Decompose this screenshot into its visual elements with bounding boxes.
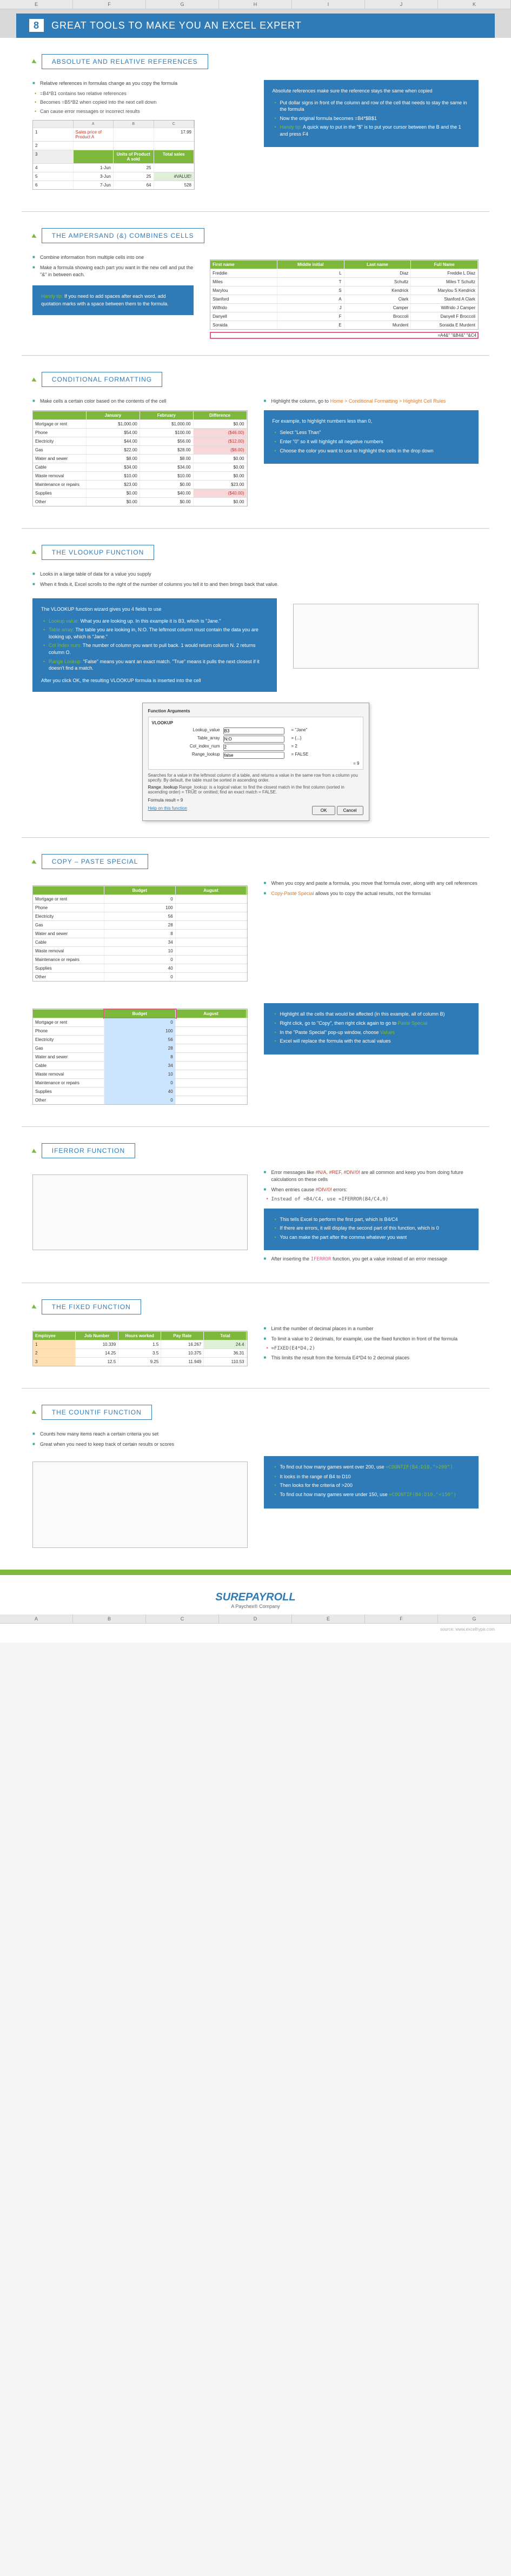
bullet: Looks in a large table of data for a val… xyxy=(32,571,479,578)
sub-bullet: =B4*B1 contains two relative references xyxy=(32,90,248,97)
logo-subtitle: A Paychex® Company xyxy=(0,1604,511,1609)
formula: Instead of =B4/C4, use =IFERROR(B4/C4,0) xyxy=(264,1196,479,1203)
cursor-icon xyxy=(32,377,38,383)
sub-bullet: Can cause error messages or incorrect re… xyxy=(32,108,248,115)
callout-item: Handy tip: A quick way to put in the "$"… xyxy=(273,124,470,137)
bullet: Copy-Paste Special allows you to copy th… xyxy=(264,890,479,897)
cursor-icon xyxy=(32,550,38,556)
callout-iferror: This tells Excel to perform the first pa… xyxy=(264,1209,479,1251)
cursor-icon xyxy=(32,233,38,239)
mini-spreadsheet: Employee Job Number Hours worked Pay Rat… xyxy=(32,1331,248,1366)
callout-title: Absolute references make sure the refere… xyxy=(273,88,470,95)
bullet: To limit a value to 2 decimals, for exam… xyxy=(264,1336,479,1343)
section-conditional-formatting: CONDITIONAL FORMATTING Make cells a cert… xyxy=(0,356,511,528)
dialog-title: Function Arguments xyxy=(148,709,363,713)
column-header-bottom: A B C D E F G xyxy=(0,1614,511,1624)
sub-bullet: Becomes =B5*B2 when copied into the next… xyxy=(32,99,248,106)
col-h: H xyxy=(219,0,292,9)
bullet: Error messages like #N/A, #REF, #DIV/0! … xyxy=(264,1169,479,1183)
title-text: GREAT TOOLS TO MAKE YOU AN EXCEL EXPERT xyxy=(51,20,302,31)
cursor-icon xyxy=(32,1149,38,1154)
callout-countif: To find out how many games went over 200… xyxy=(264,1456,479,1508)
title-number: 8 xyxy=(29,19,44,32)
mini-spreadsheet: A B C 1Sales price of Product A17.99 2 3… xyxy=(32,120,195,190)
section-title: IFERROR FUNCTION xyxy=(42,1143,135,1158)
mini-spreadsheet: First name Middle initial Last name Full… xyxy=(210,259,479,330)
bullet: Great when you need to keep track of cer… xyxy=(32,1441,479,1448)
formula: =FIXED(E4*D4,2) xyxy=(264,1345,479,1352)
mini-spreadsheet xyxy=(32,1174,248,1250)
surepayroll-logo: SUREPAYROLL xyxy=(0,1591,511,1604)
col-j: J xyxy=(365,0,438,9)
range-lookup-input[interactable] xyxy=(223,752,284,759)
cancel-button[interactable]: Cancel xyxy=(337,806,363,815)
section-title: THE VLOOKUP FUNCTION xyxy=(42,545,154,560)
section-countif: THE COUNTIF FUNCTION Counts how many ite… xyxy=(0,1389,511,1570)
green-divider xyxy=(0,1570,511,1575)
section-title: CONDITIONAL FORMATTING xyxy=(42,372,162,387)
bullet: When it finds it, Excel scrolls to the r… xyxy=(32,581,479,588)
page: E F G H I J K 8 GREAT TOOLS TO MAKE YOU … xyxy=(0,0,511,1643)
cursor-icon xyxy=(32,859,38,865)
title-band: 8 GREAT TOOLS TO MAKE YOU AN EXCEL EXPER… xyxy=(0,9,511,38)
bullet: After inserting the IFERROR function, yo… xyxy=(264,1256,479,1263)
bullet: Combine information from multiple cells … xyxy=(32,254,194,261)
page-title: 8 GREAT TOOLS TO MAKE YOU AN EXCEL EXPER… xyxy=(16,14,495,38)
section-vlookup: THE VLOOKUP FUNCTION Looks in a large ta… xyxy=(0,529,511,837)
function-arguments-dialog: Function Arguments VLOOKUP Lookup_value=… xyxy=(142,703,369,821)
section-fixed: THE FIXED FUNCTION Employee Job Number H… xyxy=(0,1283,511,1388)
col-f: F xyxy=(73,0,146,9)
section-title: THE FIXED FUNCTION xyxy=(42,1299,141,1314)
col-e: E xyxy=(0,0,73,9)
source-credit: source: www.excelhype.com xyxy=(0,1624,511,1643)
section-copy-paste-special: COPY – PASTE SPECIAL BudgetAugust Mortga… xyxy=(0,838,511,1126)
section-absolute-relative: ABSOLUTE AND RELATIVE REFERENCES Relativ… xyxy=(0,38,511,211)
bullet: Make a formula showing each part you wan… xyxy=(32,264,194,278)
section-title: THE COUNTIF FUNCTION xyxy=(42,1405,152,1420)
section-title: ABSOLUTE AND RELATIVE REFERENCES xyxy=(42,54,208,69)
help-link[interactable]: Help on this function xyxy=(148,806,188,815)
bullet: This limits the result from the formula … xyxy=(264,1354,479,1362)
tip-callout: Handy tip: If you need to add spaces aft… xyxy=(32,285,194,315)
bullet: Relative references in formulas change a… xyxy=(32,80,248,87)
mini-spreadsheet: JanuaryFebruaryDifference Mortgage or re… xyxy=(32,410,248,506)
bullet: Limit the number of decimal places in a … xyxy=(264,1325,479,1332)
cursor-icon xyxy=(32,59,38,65)
col-i: I xyxy=(292,0,365,9)
footer-logo-block: SUREPAYROLL A Paychex® Company xyxy=(0,1575,511,1614)
section-ampersand: THE AMPERSAND (&) COMBINES CELLS Combine… xyxy=(0,212,511,355)
callout-conditional: For example, to highlight numbers less t… xyxy=(264,410,479,464)
section-title: COPY – PASTE SPECIAL xyxy=(42,854,149,869)
bullet: Highlight the column, go to Home > Condi… xyxy=(264,398,479,405)
bullet: When you copy and paste a formula, you m… xyxy=(264,880,479,887)
vlookup-sample-sheet xyxy=(293,604,479,669)
ok-button[interactable]: OK xyxy=(312,806,336,815)
lookup-value-input[interactable] xyxy=(223,728,284,735)
column-header-top: E F G H I J K xyxy=(0,0,511,9)
cursor-icon xyxy=(32,1305,38,1311)
bullet: When entries cause #DIV/0! errors: xyxy=(264,1186,479,1193)
col-g: G xyxy=(146,0,219,9)
callout-paste-special: Highlight all the cells that would be af… xyxy=(264,1003,479,1054)
mini-spreadsheet-selected: BudgetAugust Mortgage or rent0 Phone100 … xyxy=(32,1009,248,1105)
bullet: Counts how many items reach a certain cr… xyxy=(32,1431,479,1438)
cursor-icon xyxy=(32,1410,38,1416)
bullet: Make cells a certain color based on the … xyxy=(32,398,248,405)
section-title: THE AMPERSAND (&) COMBINES CELLS xyxy=(42,228,204,243)
callout-item: Now the original formula becomes =B4*$B$… xyxy=(273,115,470,122)
callout-vlookup: The VLOOKUP function wizard gives you 4 … xyxy=(32,598,277,692)
formula-display: =A4&" "&B4&" "&C4 xyxy=(210,332,479,339)
col-k: K xyxy=(438,0,511,9)
table-array-input[interactable] xyxy=(223,736,284,743)
col-index-input[interactable] xyxy=(223,744,284,751)
mini-spreadsheet xyxy=(32,1461,248,1548)
section-iferror: IFERROR FUNCTION Error messages like #N/… xyxy=(0,1127,511,1283)
callout-absolute: Absolute references make sure the refere… xyxy=(264,80,479,147)
callout-item: Put dollar signs in front of the column … xyxy=(273,99,470,113)
mini-spreadsheet: BudgetAugust Mortgage or rent0 Phone100 … xyxy=(32,885,248,982)
